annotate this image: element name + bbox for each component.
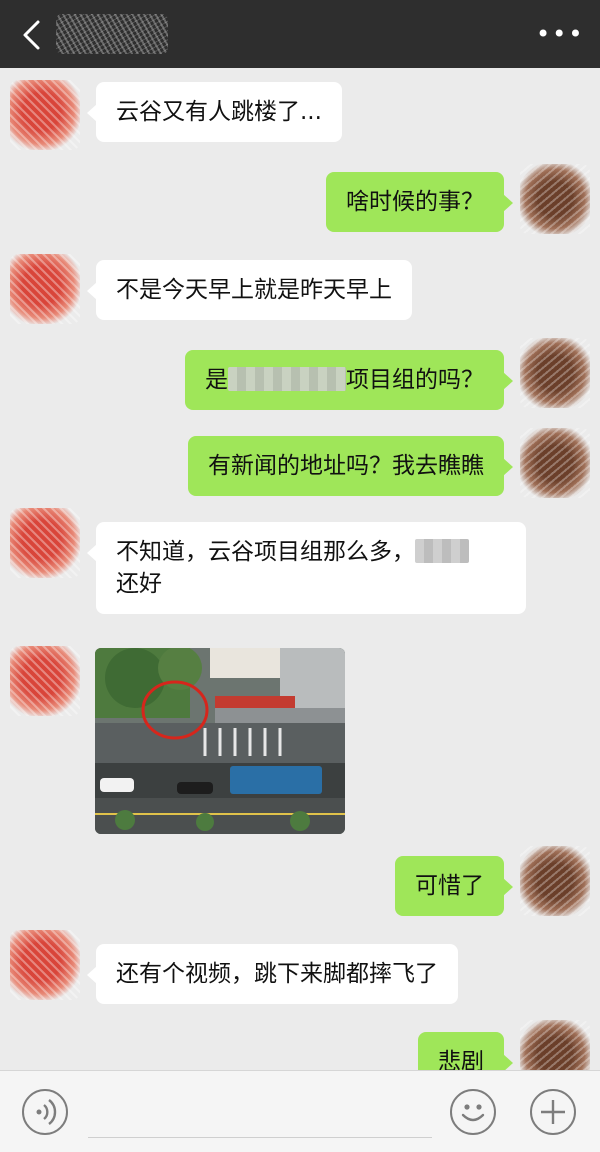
redacted-project-name [228, 367, 346, 391]
chevron-left-icon[interactable] [16, 18, 50, 52]
contact-name-redacted [56, 14, 168, 54]
message-bubble[interactable]: 可惜了 [395, 856, 513, 916]
self-avatar[interactable] [520, 428, 590, 498]
message-bubble[interactable]: 云谷又有人跳楼了... [87, 82, 342, 142]
message-bubble[interactable]: 不是今天早上就是昨天早上 [87, 260, 412, 320]
message-bubble[interactable]: 有新闻的地址吗？我去瞧瞧 [188, 436, 513, 496]
more-options-button[interactable]: ••• [536, 22, 582, 46]
redacted-text [415, 539, 469, 563]
message-line: 还好 [116, 571, 162, 597]
plus-icon [541, 1100, 565, 1124]
message-bubble[interactable]: 悲剧 [418, 1032, 513, 1070]
self-avatar[interactable] [520, 164, 590, 234]
message-text-suffix: 项目组的吗？ [346, 367, 484, 393]
street-photo [95, 648, 345, 834]
contact-avatar[interactable] [10, 930, 80, 1000]
contact-avatar[interactable] [10, 508, 80, 578]
contact-avatar[interactable] [10, 254, 80, 324]
emoji-icon [461, 1104, 485, 1122]
message-bubble[interactable]: 还有个视频，跳下来脚都摔飞了 [87, 944, 458, 1004]
message-line: 不知道，云谷项目组那么多， [116, 536, 506, 568]
chat-header: ••• [0, 0, 600, 68]
message-bubble[interactable]: 不知道，云谷项目组那么多， 还好 [87, 522, 526, 614]
voice-icon [36, 1099, 57, 1125]
voice-button[interactable] [22, 1089, 68, 1135]
self-avatar[interactable] [520, 338, 590, 408]
contact-avatar[interactable] [10, 646, 80, 716]
message-input[interactable] [88, 1137, 432, 1138]
plus-button[interactable] [530, 1089, 576, 1135]
self-avatar[interactable] [520, 846, 590, 916]
input-bar [0, 1070, 600, 1152]
message-bubble[interactable]: 啥时候的事？ [326, 172, 513, 232]
contact-avatar[interactable] [10, 80, 80, 150]
message-list: 云谷又有人跳楼了... 啥时候的事？ 不是今天早上就是昨天早上 是项目组的吗？ … [0, 68, 600, 1070]
image-message[interactable] [95, 648, 345, 834]
self-avatar[interactable] [520, 1020, 590, 1070]
message-text-prefix: 是 [205, 367, 228, 393]
emoji-button[interactable] [450, 1089, 496, 1135]
message-bubble[interactable]: 是 项目组的吗？ [185, 350, 513, 410]
